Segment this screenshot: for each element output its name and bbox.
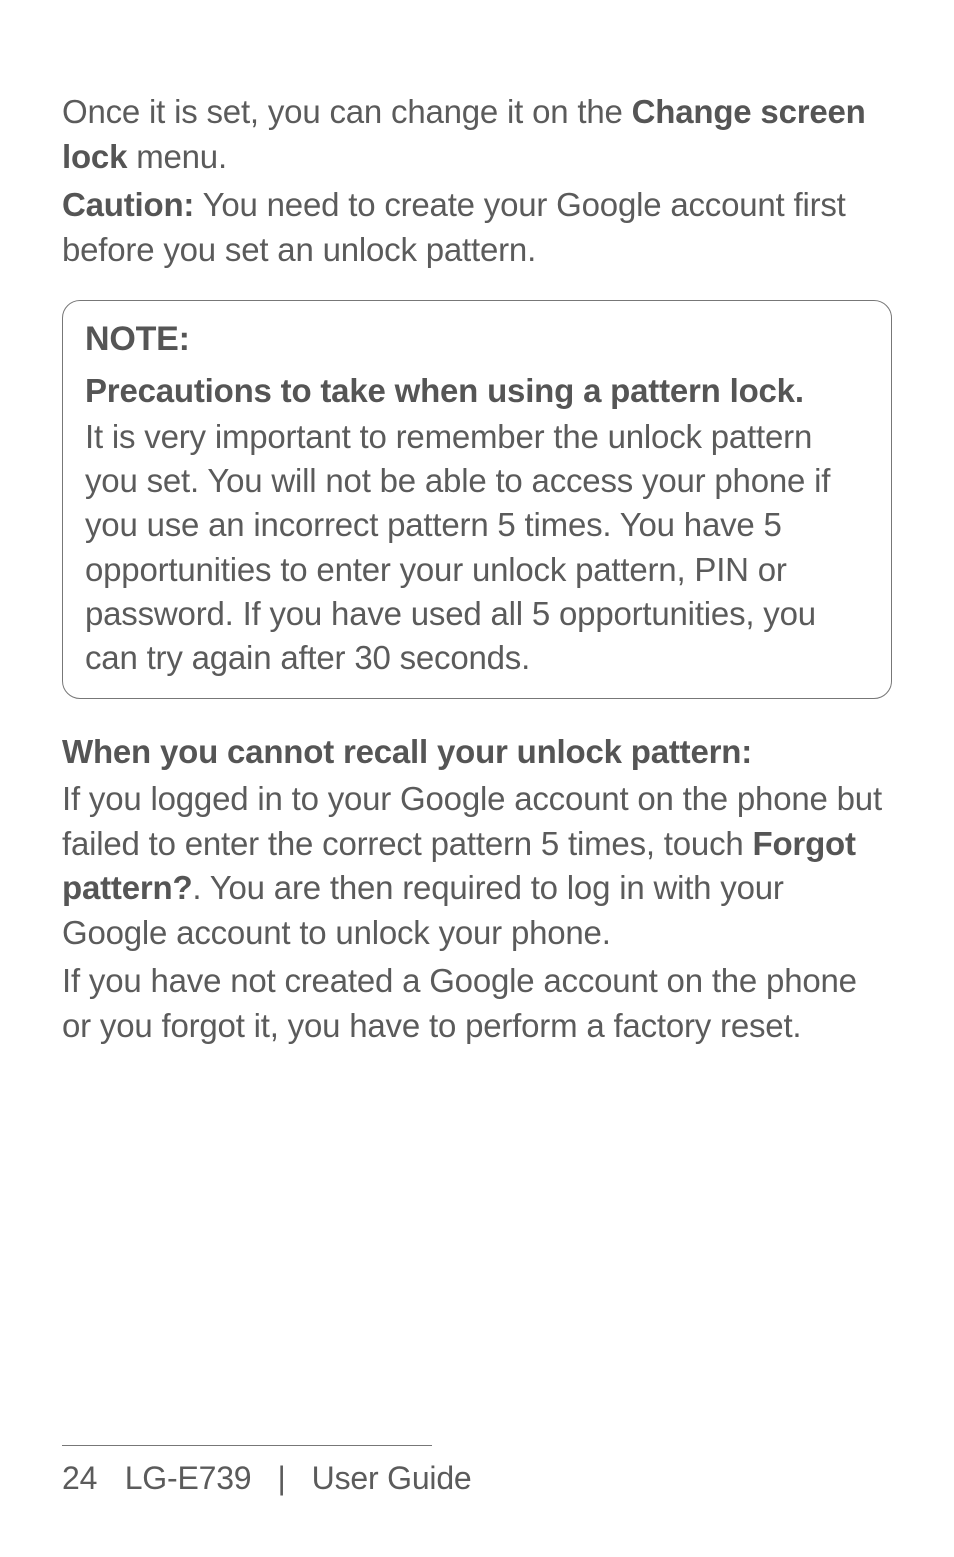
footer-text: 24 LG-E739 | User Guide [62,1460,954,1497]
note-box: NOTE: Precautions to take when using a p… [62,300,892,699]
note-title: NOTE: [85,317,869,363]
section-heading: When you cannot recall your unlock patte… [62,733,892,771]
document-page: Once it is set, you can change it on the… [0,0,954,1557]
footer-model: LG-E739 [125,1460,252,1496]
footer-separator: | [277,1460,285,1496]
note-body: It is very important to remember the unl… [85,415,869,680]
page-footer: 24 LG-E739 | User Guide [0,1445,954,1497]
paragraph-change-screen-lock: Once it is set, you can change it on the… [62,90,892,179]
note-subtitle: Precautions to take when using a pattern… [85,369,869,413]
paragraph-caution: Caution: You need to create your Google … [62,183,892,272]
paragraph-factory-reset: If you have not created a Google account… [62,959,892,1048]
footer-rule [62,1445,432,1446]
text-run: menu. [127,138,227,175]
text-run: Once it is set, you can change it on the [62,93,632,130]
footer-guide-label: User Guide [312,1460,472,1496]
bold-caution-label: Caution: [62,186,194,223]
paragraph-forgot-pattern: If you logged in to your Google account … [62,777,892,955]
page-number: 24 [62,1460,116,1497]
